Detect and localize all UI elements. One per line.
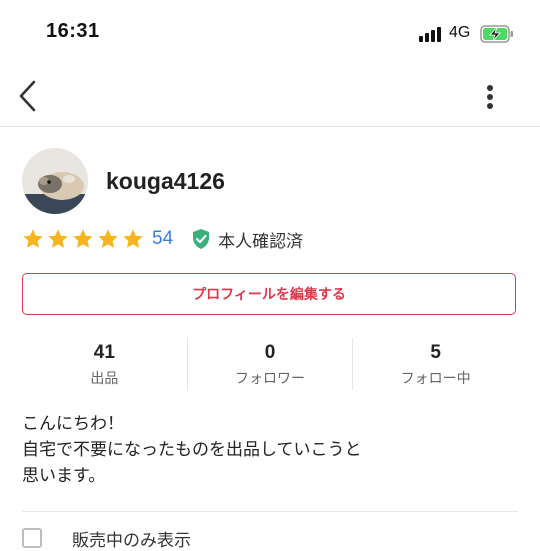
stat-value: 5: [430, 342, 441, 363]
rating-row[interactable]: 54 本人確認済: [22, 226, 303, 252]
stat-label: フォロワー: [235, 371, 305, 387]
network-type: 4G: [449, 24, 471, 41]
profile-stats: 41 出品 0 フォロワー 5 フォロー中: [22, 338, 518, 390]
stat-listings[interactable]: 41 出品: [22, 338, 187, 390]
bio-line: こんにちわ！: [22, 414, 124, 434]
stat-value: 0: [264, 342, 276, 363]
star-icon: [73, 229, 93, 248]
status-bar: 16:31 4G: [0, 0, 540, 66]
more-vertical-icon[interactable]: [476, 80, 504, 114]
username: kouga4126: [106, 168, 225, 194]
verified-label: 本人確認済: [218, 231, 304, 252]
on-sale-only-checkbox[interactable]: [22, 528, 42, 548]
cellular-signal-icon: [419, 26, 443, 42]
shield-check-icon: [193, 229, 210, 249]
status-time: 16:31: [46, 20, 100, 42]
on-sale-only-filter[interactable]: 販売中のみ表示: [22, 526, 191, 551]
stat-following[interactable]: 5 フォロー中: [352, 338, 518, 390]
chevron-left-icon[interactable]: [14, 78, 44, 114]
star-icon: [23, 229, 43, 248]
hamster-avatar: [22, 148, 88, 214]
stat-label: 出品: [90, 371, 119, 387]
filter-label: 販売中のみ表示: [72, 530, 191, 551]
edit-profile-button[interactable]: プロフィールを編集する: [22, 273, 516, 315]
verified-badge: 本人確認済: [191, 227, 303, 252]
bio-line: 自宅で不要になったものを出品していこうと: [22, 440, 362, 460]
rating-count[interactable]: 54: [152, 228, 173, 250]
star-icon: [123, 229, 143, 248]
profile-bio: こんにちわ！ 自宅で不要になったものを出品していこうと 思います。: [22, 411, 518, 489]
navigation-bar: [0, 66, 540, 127]
stat-followers[interactable]: 0 フォロワー: [186, 338, 353, 390]
star-icon: [98, 229, 118, 248]
battery-charging-icon: [480, 25, 513, 43]
stat-value: 41: [93, 342, 115, 363]
star-rating: [22, 228, 144, 250]
stat-label: フォロー中: [400, 371, 471, 387]
avatar[interactable]: [22, 148, 88, 214]
bio-line: 思います。: [22, 466, 106, 486]
star-icon: [48, 229, 68, 248]
divider: [22, 511, 518, 512]
